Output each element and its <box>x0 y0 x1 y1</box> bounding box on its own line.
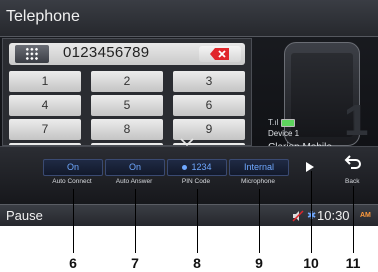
callout-10: 10 <box>303 255 319 271</box>
clock: 10:30 <box>317 208 350 223</box>
key-4[interactable]: 4 <box>9 95 81 116</box>
callout-9: 9 <box>255 255 263 271</box>
play-icon[interactable] <box>305 161 315 173</box>
device-slot-label: Device 1 <box>268 129 300 138</box>
callout-6: 6 <box>69 255 77 271</box>
key-1[interactable]: 1 <box>9 71 81 92</box>
callout-7: 7 <box>131 255 139 271</box>
key-8[interactable]: 8 <box>91 119 163 140</box>
key-9[interactable]: 9 <box>173 119 245 140</box>
clock-ampm: AM <box>360 212 371 219</box>
battery-icon <box>281 119 295 127</box>
callout-8: 8 <box>193 255 201 271</box>
key-6[interactable]: 6 <box>173 95 245 116</box>
callout-line-8 <box>197 189 198 253</box>
pin-code-label: PIN Code <box>181 178 211 185</box>
microphone-label: Microphone <box>241 178 275 185</box>
backspace-icon <box>210 48 229 60</box>
pin-code-button[interactable]: 1234 <box>167 159 227 176</box>
pin-code-value: 1234 <box>191 162 212 172</box>
callout-line-10 <box>311 171 312 253</box>
phone-number-value: 0123456789 <box>63 44 150 61</box>
pin-indicator-icon <box>182 165 188 171</box>
delete-button[interactable] <box>199 46 241 62</box>
auto-answer-label: Auto Answer <box>115 178 153 185</box>
chevron-down-icon[interactable] <box>180 138 194 146</box>
phone-number-field[interactable]: 0123456789 <box>9 43 245 65</box>
auto-answer-toggle[interactable]: On <box>105 159 165 176</box>
signal-strength-icon: T.ıl <box>268 118 279 127</box>
key-7[interactable]: 7 <box>9 119 81 140</box>
page-title: Telephone <box>6 8 80 25</box>
key-5[interactable]: 5 <box>91 95 163 116</box>
callout-line-11 <box>353 186 354 253</box>
auto-connect-label: Auto Connect <box>52 178 92 185</box>
auto-connect-toggle[interactable]: On <box>43 159 103 176</box>
callout-line-9 <box>259 189 260 253</box>
device-slot-number: 1 <box>344 96 369 145</box>
keypad-panel: 0123456789 1 2 3 4 5 6 7 8 9 * 0 # <box>2 38 252 146</box>
callout-line-6 <box>73 189 74 253</box>
callout-line-7 <box>135 189 136 253</box>
back-arrow-icon <box>344 155 361 169</box>
key-3[interactable]: 3 <box>173 71 245 92</box>
back-label: Back <box>345 178 360 185</box>
telephone-screen: Telephone 0123456789 1 2 3 4 5 6 7 8 9 *… <box>0 0 378 226</box>
microphone-button[interactable]: Internal <box>229 159 289 176</box>
key-2[interactable]: 2 <box>91 71 163 92</box>
callout-11: 11 <box>345 255 361 271</box>
title-bar: Telephone <box>0 0 378 37</box>
settings-toggle-row: On Auto Connect On Auto Answer 1234 PIN … <box>0 146 378 205</box>
status-text: Pause <box>6 208 43 223</box>
status-bar: Pause ✱ 10:30 AM <box>0 204 378 226</box>
keypad-grid-button[interactable] <box>15 45 49 63</box>
mute-icon <box>292 210 304 222</box>
keypad-grid-icon <box>25 47 39 61</box>
